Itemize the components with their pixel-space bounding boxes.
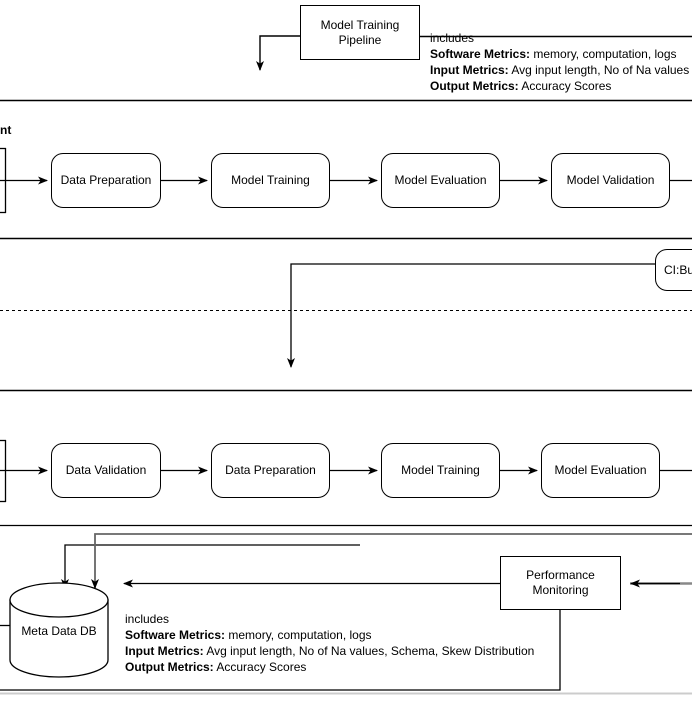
legend-top-heading: includes [430, 31, 475, 45]
arrow-log-a [61, 544, 360, 589]
diagram-canvas: Model Training Pipeline includes Softwar… [0, 0, 692, 704]
legend-bottom-value-0: memory, computation, logs [225, 628, 372, 642]
legend-top-row-0: Software Metrics: memory, computation, l… [430, 46, 689, 62]
pipeline-bottom-step-3-label: Model Evaluation [554, 463, 647, 477]
legend-top-value-0: memory, computation, logs [530, 47, 677, 61]
monitoring-line-2: Monitoring [532, 583, 589, 597]
pipeline-top-step-0-label: Data Preparation [60, 173, 152, 187]
legend-bottom-key-2: Output Metrics: [125, 660, 214, 674]
pipeline-bottom-step-2-label: Model Training [401, 463, 480, 477]
pipeline-top-step-3-label: Model Validation [566, 173, 655, 187]
legend-top: includes Software Metrics: memory, compu… [430, 30, 689, 94]
legend-bottom-value-2: Accuracy Scores [213, 660, 307, 674]
pipeline-bottom-step-0[interactable]: Data Validation [51, 443, 161, 498]
pipeline-bottom-step-3[interactable]: Model Evaluation [541, 443, 660, 498]
title-line-1: Model Training [320, 17, 400, 32]
model-training-pipeline-label: Model Training Pipeline [301, 18, 419, 48]
arrow-ci-to-bottom [287, 263, 656, 368]
legend-top-value-1: Avg input length, No of Na values [508, 63, 690, 77]
legend-top-key-0: Software Metrics: [430, 47, 531, 61]
model-training-pipeline-box[interactable]: Model Training Pipeline [300, 5, 420, 60]
legend-top-row-2: Output Metrics: Accuracy Scores [430, 78, 689, 94]
title-line-2: Pipeline [338, 32, 382, 47]
pipeline-top-step-3[interactable]: Model Validation [551, 153, 670, 208]
performance-monitoring-label: Performance Monitoring [501, 568, 620, 598]
legend-bottom-row-0: Software Metrics: memory, computation, l… [125, 627, 534, 643]
legend-bottom-key-0: Software Metrics: [125, 628, 226, 642]
pipeline-bottom-step-1-label: Data Preparation [225, 463, 316, 477]
legend-bottom-heading: includes [125, 612, 170, 626]
legend-top-row-1: Input Metrics: Avg input length, No of N… [430, 62, 689, 78]
legend-top-key-2: Output Metrics: [430, 79, 519, 93]
pipeline-bottom-step-0-label: Data Validation [65, 463, 147, 477]
legend-bottom-value-1: Avg input length, No of Na values, Schem… [203, 644, 535, 658]
pipeline-top-step-2-label: Model Evaluation [394, 173, 487, 187]
pipeline-top-step-0[interactable]: Data Preparation [51, 153, 161, 208]
legend-top-key-1: Input Metrics: [430, 63, 509, 77]
pipeline-bottom-step-2[interactable]: Model Training [381, 443, 500, 498]
legend-bottom-key-1: Input Metrics: [125, 644, 204, 658]
arrow-pipeline-to-flow [256, 35, 300, 71]
legend-bottom: includes Software Metrics: memory, compu… [125, 611, 534, 675]
legend-top-value-2: Accuracy Scores [518, 79, 612, 93]
monitoring-line-1: Performance [526, 568, 595, 582]
ci-build-box[interactable]: CI:Bu [655, 249, 692, 291]
legend-bottom-row-2: Output Metrics: Accuracy Scores [125, 659, 534, 675]
legend-bottom-row-1: Input Metrics: Avg input length, No of N… [125, 643, 534, 659]
pipeline-top-step-2[interactable]: Model Evaluation [381, 153, 500, 208]
performance-monitoring-box[interactable]: Performance Monitoring [500, 556, 621, 610]
pipeline-bottom-step-1[interactable]: Data Preparation [211, 443, 330, 498]
section-label-partial: nt [0, 123, 12, 137]
meta-data-db-label: Meta Data DB [21, 624, 97, 638]
ci-build-label: CI:Bu [664, 262, 692, 277]
pipeline-top-step-1-label: Model Training [231, 173, 310, 187]
pipeline-top-step-1[interactable]: Model Training [211, 153, 330, 208]
